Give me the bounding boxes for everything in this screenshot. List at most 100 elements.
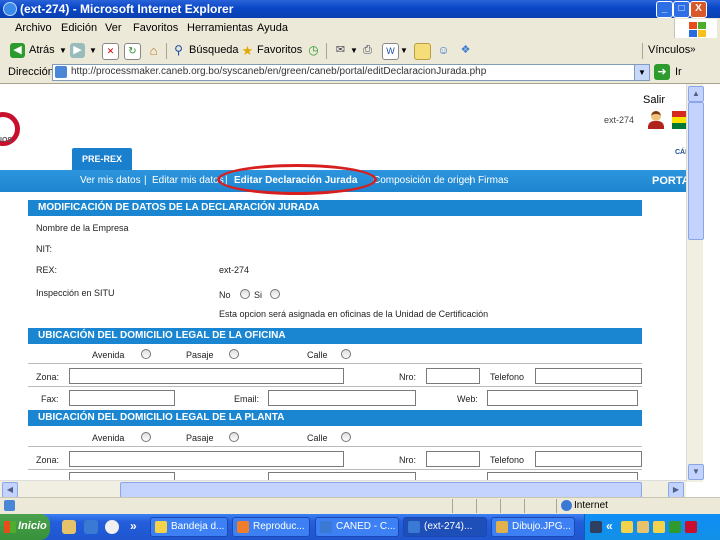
planta-pasaje-radio[interactable] [229,432,239,442]
horizontal-scrollbar[interactable]: ◀ ▶ [0,480,686,498]
start-button[interactable]: Inicio [0,514,50,540]
planta-zona-input[interactable] [69,451,344,467]
back-icon[interactable]: ◀ [10,43,25,58]
planta-telefono-input[interactable] [535,451,642,467]
nav-editar-mis-datos[interactable]: Editar mis datos [152,175,224,186]
logout-link[interactable]: Salir [643,94,665,106]
address-dropdown-icon[interactable]: ▼ [634,65,649,80]
task-bandeja[interactable]: Bandeja d... [150,517,228,537]
oficina-web-label: Web: [457,394,478,404]
section-planta-header: UBICACIÓN DEL DOMICILIO LEGAL DE LA PLAN… [28,410,642,426]
search-icon[interactable]: ⚲ [171,43,186,58]
menu-favoritos[interactable]: Favoritos [133,22,178,34]
status-bar: Internet [0,497,720,514]
search-button-label[interactable]: Búsqueda [189,44,239,56]
tray-app-icon[interactable] [590,521,602,533]
research-icon[interactable]: ❖ [458,43,473,58]
tray-network-icon[interactable] [669,521,681,533]
window-title-bar[interactable]: (ext-274) - Microsoft Internet Explorer … [0,0,720,18]
vertical-scroll-thumb[interactable] [688,102,704,240]
security-zone-label: Internet [574,500,608,511]
back-dropdown-icon[interactable]: ▼ [59,46,67,55]
tray-mail-icon[interactable] [621,521,633,533]
inspeccion-no-radio[interactable] [240,289,250,299]
go-arrow-icon[interactable]: ➜ [654,64,670,80]
task-dibujo[interactable]: Dibujo.JPG... [491,517,575,537]
address-input[interactable]: http://processmaker.caneb.org.bo/syscane… [52,64,650,81]
menu-ayuda[interactable]: Ayuda [257,22,288,34]
horizontal-scroll-thumb[interactable] [120,482,642,498]
edit-icon[interactable]: W [382,43,399,60]
oficina-email-input[interactable] [268,390,416,406]
quicklaunch-desktop-icon[interactable] [62,520,76,534]
maximize-button[interactable]: □ [673,1,690,18]
mail-icon[interactable]: ✉ [333,43,348,58]
planta-pasaje-label: Pasaje [186,433,214,443]
internet-zone-icon [561,500,572,511]
history-icon[interactable]: ◷ [306,43,321,58]
back-button-label[interactable]: Atrás [29,44,55,56]
address-url[interactable]: http://processmaker.caneb.org.bo/syscane… [71,66,486,77]
oficina-web-input[interactable] [487,390,638,406]
links-chevron-icon[interactable]: » [690,44,696,55]
quicklaunch-media-icon[interactable] [105,520,119,534]
scroll-up-icon[interactable]: ▲ [688,86,704,102]
oficina-pasaje-radio[interactable] [229,349,239,359]
task-caned[interactable]: CANED - C... [315,517,399,537]
tray-alert-icon[interactable] [653,521,665,533]
stop-icon[interactable]: ✕ [102,43,119,60]
scroll-down-icon[interactable]: ▼ [688,464,704,480]
forward-dropdown-icon[interactable]: ▼ [89,46,97,55]
tray-expand-icon[interactable]: « [606,519,613,533]
inspeccion-si-radio[interactable] [270,289,280,299]
print-icon[interactable]: ⎙ [360,43,375,58]
menu-ver[interactable]: Ver [105,22,122,34]
task-reproductor[interactable]: Reproduc... [232,517,310,537]
favorites-star-icon[interactable]: ★ [240,43,255,58]
oficina-nro-input[interactable] [426,368,480,384]
quicklaunch-chevron-icon[interactable]: » [130,519,137,533]
go-label-partial[interactable]: Ir [675,66,682,78]
current-user: ext-274 [604,115,635,125]
menu-edicion[interactable]: Edición [61,22,97,34]
links-label[interactable]: Vínculos [648,44,690,56]
scroll-right-icon[interactable]: ▶ [668,482,684,498]
inspeccion-label: Inspección en SITU [36,288,115,298]
oficina-fax-input[interactable] [69,390,175,406]
minimize-button[interactable]: _ [656,1,673,18]
oficina-telefono-input[interactable] [535,368,642,384]
mail-dropdown-icon[interactable]: ▼ [350,46,358,55]
oficina-calle-radio[interactable] [341,349,351,359]
vertical-scrollbar[interactable]: ▲ ▼ [686,84,704,482]
planta-avenida-radio[interactable] [141,432,151,442]
planta-nro-input[interactable] [426,451,480,467]
portal-label: PORTA [652,175,690,187]
planta-telefono-label: Telefono [490,455,525,465]
close-button[interactable]: X [690,1,707,18]
menu-herramientas[interactable]: Herramientas [187,22,253,34]
windows-logo-icon [4,521,16,533]
nav-composicion-de-origen[interactable]: Composición de origen [373,175,475,186]
oficina-avenida-radio[interactable] [141,349,151,359]
oficina-email-label: Email: [234,394,260,404]
start-label: Inicio [18,520,47,532]
refresh-icon[interactable]: ↻ [124,43,141,60]
quicklaunch-ie-icon[interactable] [84,520,98,534]
task-ext-274[interactable]: (ext-274)... [403,517,487,537]
menu-archivo[interactable]: Archivo [15,22,52,34]
forward-icon[interactable]: ▶ [70,43,85,58]
nav-ver-mis-datos[interactable]: Ver mis datos [80,175,141,186]
edit-dropdown-icon[interactable]: ▼ [400,46,408,55]
tray-folder-icon[interactable] [637,521,649,533]
messenger-icon[interactable]: ☺ [436,43,451,58]
nav-firmas[interactable]: Firmas [478,175,509,186]
tray-security-icon[interactable] [685,521,697,533]
discuss-icon[interactable] [414,43,431,60]
scroll-left-icon[interactable]: ◀ [2,482,18,498]
oficina-zona-input[interactable] [69,368,344,384]
planta-calle-radio[interactable] [341,432,351,442]
tab-pre-rex[interactable]: PRE-REX [72,148,132,170]
planta-calle-label: Calle [307,433,328,443]
home-icon[interactable]: ⌂ [146,43,161,58]
favorites-button-label[interactable]: Favoritos [257,44,302,56]
